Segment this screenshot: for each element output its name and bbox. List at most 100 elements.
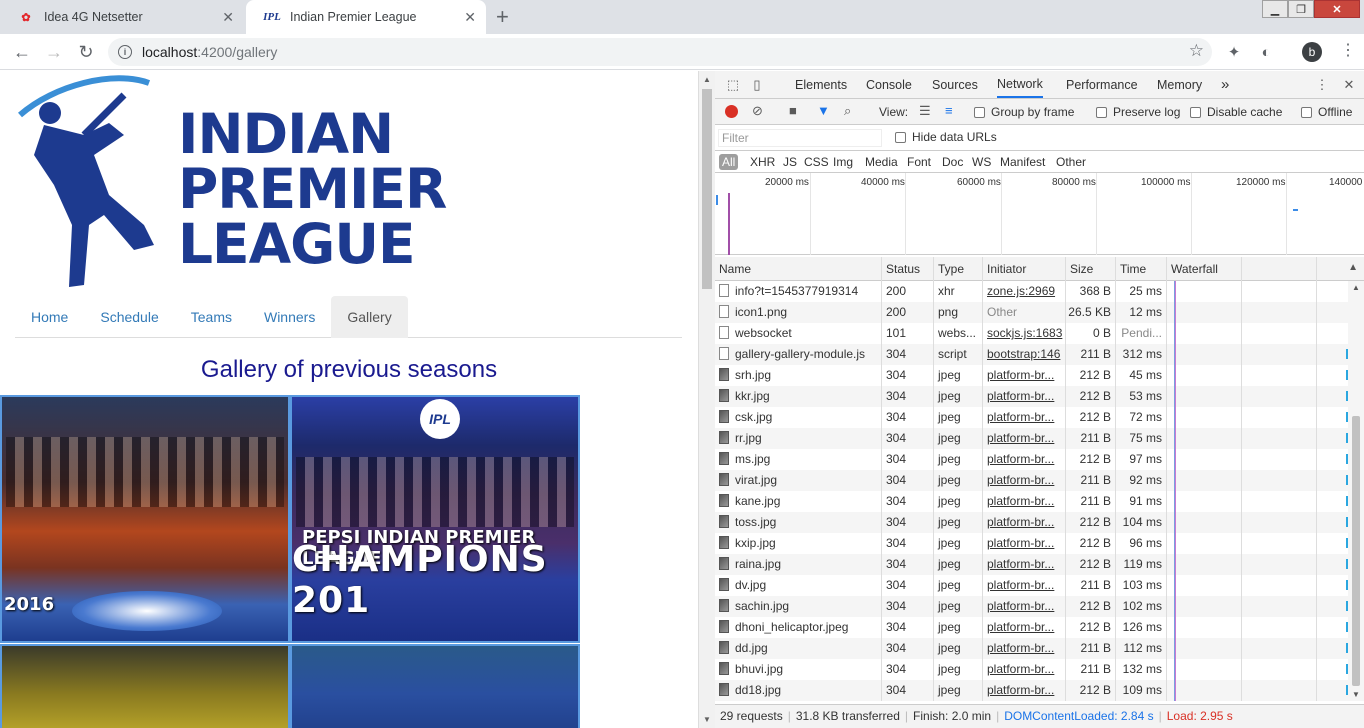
checkbox[interactable]: [1301, 106, 1312, 118]
request-initiator[interactable]: platform-br...: [983, 407, 1066, 428]
page-scrollbar[interactable]: ▲ ▼: [698, 71, 715, 728]
hide-data-urls-checkbox[interactable]: Hide data URLs: [895, 130, 997, 144]
close-icon[interactable]: ✕: [464, 9, 476, 26]
scroll-up-icon[interactable]: ▲: [703, 75, 711, 84]
extension-circle-icon[interactable]: ◐: [1256, 42, 1276, 62]
column-waterfall[interactable]: Waterfall: [1167, 257, 1364, 281]
type-img[interactable]: Img: [833, 154, 853, 170]
disable-cache-checkbox[interactable]: Disable cache: [1190, 105, 1282, 119]
tab-idea-netsetter[interactable]: ✿ Idea 4G Netsetter ✕: [0, 0, 244, 34]
column-name[interactable]: Name: [715, 257, 882, 281]
devtools-tab-console[interactable]: Console: [866, 71, 912, 98]
request-row[interactable]: virat.jpg 304 jpeg platform-br... 211 B 92 ms: [715, 470, 1364, 491]
clear-icon[interactable]: ⊘: [752, 103, 763, 119]
column-initiator[interactable]: Initiator: [983, 257, 1066, 281]
minimize-button[interactable]: ▁: [1262, 0, 1288, 18]
type-doc[interactable]: Doc: [942, 154, 963, 170]
request-initiator[interactable]: zone.js:2969: [983, 281, 1066, 302]
type-all[interactable]: All: [719, 154, 739, 170]
request-initiator[interactable]: platform-br...: [983, 428, 1066, 449]
nav-winners[interactable]: Winners: [248, 296, 331, 338]
request-initiator[interactable]: platform-br...: [983, 470, 1066, 491]
request-row[interactable]: toss.jpg 304 jpeg platform-br... 212 B 104 ms: [715, 512, 1364, 533]
scroll-thumb[interactable]: [702, 89, 712, 289]
type-manifest[interactable]: Manifest: [1000, 154, 1045, 170]
filter-input[interactable]: Filter: [718, 129, 882, 147]
address-bar[interactable]: i localhost:4200/gallery ☆: [108, 38, 1212, 66]
request-row[interactable]: dhoni_helicaptor.jpeg 304 jpeg platform-br.…: [715, 617, 1364, 638]
back-icon[interactable]: ←: [10, 40, 34, 64]
capture-screenshots-icon[interactable]: ■: [789, 103, 797, 118]
request-row[interactable]: info?t=1545377919314 200 xhr zone.js:2969 36…: [715, 281, 1364, 302]
request-initiator[interactable]: platform-br...: [983, 449, 1066, 470]
list-view-icon[interactable]: ☰: [919, 103, 931, 119]
request-row[interactable]: csk.jpg 304 jpeg platform-br... 212 B 72 ms: [715, 407, 1364, 428]
maximize-button[interactable]: ❐: [1288, 0, 1314, 18]
checkbox[interactable]: [1190, 106, 1201, 118]
request-row[interactable]: kkr.jpg 304 jpeg platform-br... 212 B 53 ms: [715, 386, 1364, 407]
request-initiator[interactable]: platform-br...: [983, 386, 1066, 407]
search-icon[interactable]: ⌕: [844, 103, 851, 119]
request-row[interactable]: gallery-gallery-module.js 304 script bootst…: [715, 344, 1364, 365]
type-ws[interactable]: WS: [972, 154, 991, 170]
network-overview[interactable]: 20000 ms 40000 ms 60000 ms 80000 ms 1000…: [715, 173, 1364, 255]
devtools-menu-icon[interactable]: ⋮: [1314, 77, 1330, 93]
type-xhr[interactable]: XHR: [750, 154, 775, 170]
nav-schedule[interactable]: Schedule: [84, 296, 174, 338]
request-initiator[interactable]: platform-br...: [983, 617, 1066, 638]
type-css[interactable]: CSS: [804, 154, 829, 170]
scroll-thumb[interactable]: [1352, 416, 1360, 686]
waterfall-view-icon[interactable]: ≡: [945, 103, 953, 118]
request-row[interactable]: rr.jpg 304 jpeg platform-br... 211 B 75 ms: [715, 428, 1364, 449]
close-icon[interactable]: ✕: [222, 9, 234, 26]
filter-icon[interactable]: ▼: [817, 103, 830, 118]
info-icon[interactable]: i: [118, 45, 132, 59]
devtools-tab-memory[interactable]: Memory: [1157, 71, 1202, 98]
request-initiator[interactable]: platform-br...: [983, 659, 1066, 680]
request-initiator[interactable]: platform-br...: [983, 533, 1066, 554]
new-tab-button[interactable]: +: [496, 4, 509, 30]
column-status[interactable]: Status: [882, 257, 934, 281]
nav-gallery[interactable]: Gallery: [331, 296, 408, 338]
request-initiator[interactable]: platform-br...: [983, 575, 1066, 596]
preserve-log-checkbox[interactable]: Preserve log: [1096, 105, 1180, 119]
request-row[interactable]: sachin.jpg 304 jpeg platform-br... 212 B 102 …: [715, 596, 1364, 617]
nav-home[interactable]: Home: [15, 296, 84, 338]
gallery-photo-rr[interactable]: [290, 644, 580, 728]
column-size[interactable]: Size: [1066, 257, 1116, 281]
checkbox[interactable]: [974, 106, 985, 118]
record-icon[interactable]: [725, 105, 738, 118]
column-type[interactable]: Type: [934, 257, 983, 281]
request-row[interactable]: icon1.png 200 png Other 26.5 KB 12 ms: [715, 302, 1364, 323]
tab-ipl[interactable]: IPL Indian Premier League ✕: [246, 0, 486, 34]
request-initiator[interactable]: platform-br...: [983, 491, 1066, 512]
inspect-element-icon[interactable]: ⬚: [725, 77, 741, 93]
request-initiator[interactable]: platform-br...: [983, 596, 1066, 617]
column-time[interactable]: Time: [1116, 257, 1167, 281]
device-toolbar-icon[interactable]: ▯: [749, 77, 765, 93]
request-initiator[interactable]: platform-br...: [983, 638, 1066, 659]
type-other[interactable]: Other: [1056, 154, 1086, 170]
group-by-frame-checkbox[interactable]: Group by frame: [974, 105, 1074, 119]
chrome-menu-icon[interactable]: ⋮: [1340, 40, 1356, 60]
nav-teams[interactable]: Teams: [175, 296, 248, 338]
request-initiator[interactable]: platform-br...: [983, 365, 1066, 386]
gallery-photo-kkr[interactable]: IPL PEPSI INDIAN PREMIER LEAGUE CHAMPION…: [290, 395, 580, 643]
reload-icon[interactable]: ↻: [74, 40, 98, 64]
window-close-button[interactable]: ✕: [1314, 0, 1360, 18]
request-row[interactable]: websocket 101 webs... sockjs.js:1683 0 B Pend…: [715, 323, 1364, 344]
request-initiator[interactable]: platform-br...: [983, 512, 1066, 533]
gallery-photo-srh[interactable]: 2016: [0, 395, 290, 643]
scroll-down-icon[interactable]: ▼: [703, 715, 711, 724]
more-tabs-button[interactable]: »: [1221, 71, 1229, 98]
checkbox[interactable]: [1096, 106, 1107, 118]
request-row[interactable]: kane.jpg 304 jpeg platform-br... 211 B 91 ms: [715, 491, 1364, 512]
request-row[interactable]: raina.jpg 304 jpeg platform-br... 212 B 119 m…: [715, 554, 1364, 575]
request-row[interactable]: srh.jpg 304 jpeg platform-br... 212 B 45 ms: [715, 365, 1364, 386]
devtools-close-icon[interactable]: ✕: [1341, 77, 1357, 93]
request-initiator[interactable]: bootstrap:146: [983, 344, 1066, 365]
request-initiator[interactable]: sockjs.js:1683: [983, 323, 1066, 344]
scroll-down-icon[interactable]: ▼: [1352, 690, 1360, 699]
request-initiator[interactable]: platform-br...: [983, 680, 1066, 701]
forward-icon[interactable]: →: [42, 40, 66, 64]
